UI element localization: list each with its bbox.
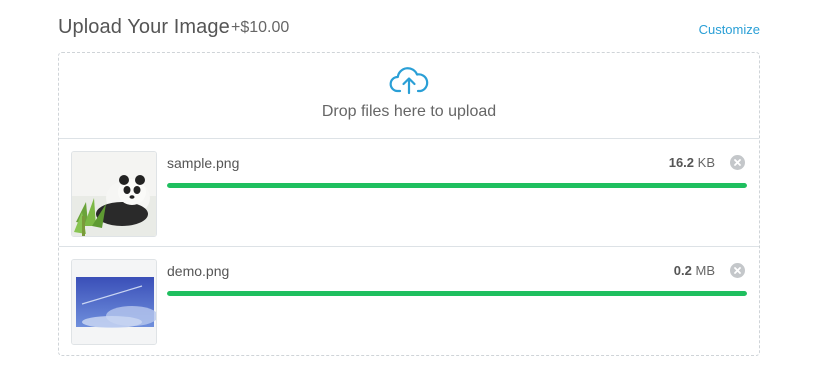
dropzone-text: Drop files here to upload — [321, 103, 497, 120]
file-item: demo.png 0.2 MB — [59, 247, 759, 355]
file-size-unit: KB — [697, 155, 715, 170]
file-size-value: 0.2 — [673, 263, 692, 278]
upload-progress-fill — [167, 291, 747, 296]
panda-image — [72, 152, 156, 236]
file-size-unit: MB — [695, 263, 716, 278]
price-label: +$10.00 — [231, 19, 290, 36]
close-circle-icon[interactable] — [730, 263, 745, 278]
upload-progress-bar — [167, 291, 747, 296]
sky-image — [72, 260, 156, 344]
dropzone[interactable]: Drop files here to upload — [59, 53, 759, 139]
file-name: sample.png — [167, 155, 240, 171]
upload-panel: Drop files here to upload sample.png 16.… — [58, 52, 760, 356]
page-title: Upload Your Image — [58, 16, 230, 38]
file-size: 16.2 KB — [669, 155, 715, 170]
file-thumbnail — [71, 151, 157, 237]
file-thumbnail — [71, 259, 157, 345]
upload-progress-fill — [167, 183, 747, 188]
file-name: demo.png — [167, 263, 230, 279]
close-circle-icon[interactable] — [730, 155, 745, 170]
upload-header: Upload Your Image +$10.00 Customize — [58, 16, 760, 42]
file-size: 0.2 MB — [674, 263, 715, 278]
file-size-value: 16.2 — [668, 155, 695, 170]
upload-progress-bar — [167, 183, 747, 188]
file-item: sample.png 16.2 KB — [59, 139, 759, 247]
cloud-upload-icon — [389, 67, 429, 95]
customize-link[interactable]: Customize — [699, 22, 760, 37]
